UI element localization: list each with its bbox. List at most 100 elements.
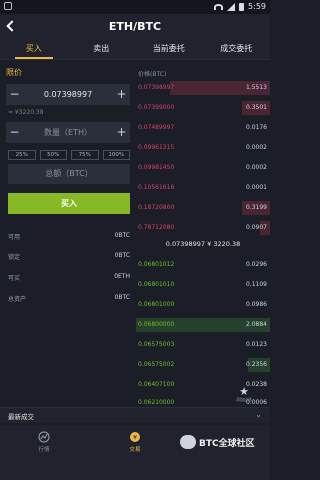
trade-tabs: 买入 卖出 当前委托 成交委托 xyxy=(0,40,270,60)
bottom-nav: 行情 ¥ 交易 BTC全球社区 xyxy=(0,425,270,480)
bid-price: 0.06210000 xyxy=(138,399,175,406)
quantity-plus-button[interactable]: + xyxy=(113,122,130,143)
percent-50-button[interactable]: 50% xyxy=(39,150,67,160)
price-cny-estimate: ≈ ¥3220.38 xyxy=(8,109,44,116)
bid-row[interactable]: 0.06800000 2.0884 xyxy=(136,318,270,332)
ask-price: 0.07399000 xyxy=(138,104,175,111)
bid-quantity: 2.0884 xyxy=(246,321,267,328)
ask-row[interactable]: 0.07489997 0.0176 xyxy=(136,121,270,135)
ask-price: 0.07398997 xyxy=(138,84,175,91)
ask-row[interactable]: 0.07398997 1.5513 xyxy=(136,81,270,95)
balance-label: 可买 xyxy=(8,275,21,282)
latest-trades-bar[interactable]: 最新成交 ⌄ xyxy=(0,407,270,423)
bid-price: 0.06801010 xyxy=(138,281,175,288)
ask-row[interactable]: 0.78712080 0.0907 xyxy=(136,221,270,235)
title-bar: ETH/BTC xyxy=(0,14,270,40)
chart-icon xyxy=(38,431,50,443)
balance-value: 0BTC xyxy=(114,252,130,259)
order-type-label[interactable]: 限价 xyxy=(6,67,22,78)
watermark: BTC全球社区 xyxy=(180,435,255,449)
price-input[interactable]: 0.07398997 xyxy=(23,90,113,99)
nav-trade-label: 交易 xyxy=(129,447,141,453)
svg-text:¥: ¥ xyxy=(133,435,137,442)
nav-market[interactable]: 行情 xyxy=(24,431,64,453)
ask-price: 0.78712080 xyxy=(138,224,175,231)
bid-price: 0.06801012 xyxy=(138,261,175,268)
tab-buy[interactable]: 买入 xyxy=(0,40,68,59)
ask-quantity: 0.3199 xyxy=(246,204,267,211)
bid-quantity: 0.2356 xyxy=(246,361,267,368)
percent-25-button[interactable]: 25% xyxy=(8,150,36,160)
ask-price: 0.09981450 xyxy=(138,164,175,171)
balance-label: 总资产 xyxy=(8,296,27,303)
balance-row-total: 总资产 0BTC xyxy=(8,294,130,306)
quantity-stepper: − 数量（ETH） + xyxy=(6,122,130,143)
order-book: 价格(BTC) 0.07398997 1.5513 0.07399000 0.3… xyxy=(136,62,270,407)
ask-quantity: 1.5513 xyxy=(246,84,267,91)
battery-icon xyxy=(239,2,245,11)
wechat-icon xyxy=(180,435,196,449)
bid-price: 0.06575002 xyxy=(138,361,175,368)
percent-75-button[interactable]: 75% xyxy=(71,150,99,160)
notification-icon xyxy=(4,2,12,10)
orderbook-header: 价格(BTC) xyxy=(138,71,167,78)
price-stepper: − 0.07398997 + xyxy=(6,84,130,105)
bid-quantity: 0.0296 xyxy=(246,261,267,268)
price-plus-button[interactable]: + xyxy=(113,84,130,105)
ask-row[interactable]: 0.09981450 0.0002 xyxy=(136,161,270,175)
bid-row[interactable]: 0.06575003 0.0123 xyxy=(136,338,270,352)
total-input[interactable]: 总额（BTC） xyxy=(8,164,130,184)
ask-price: 0.07489997 xyxy=(138,124,175,131)
balance-row-buyable: 可买 0ETH xyxy=(8,273,130,285)
tab-filled-orders[interactable]: 成交委托 xyxy=(203,40,271,59)
balance-label: 可用 xyxy=(8,234,21,241)
bid-price: 0.06407100 xyxy=(138,381,175,388)
quantity-minus-button[interactable]: − xyxy=(6,122,23,143)
mid-price: 0.07398997 ¥ 3220.38 xyxy=(165,240,241,248)
bid-price: 0.06801000 xyxy=(138,301,175,308)
ask-quantity: 0.0002 xyxy=(246,144,267,151)
ask-row[interactable]: 0.18720800 0.3199 xyxy=(136,201,270,215)
bid-price: 0.06800000 xyxy=(138,321,175,328)
bid-row[interactable]: 0.06801012 0.0296 xyxy=(136,258,270,272)
watermark-text: BTC全球社区 xyxy=(199,438,255,449)
bid-quantity: 0.0123 xyxy=(246,341,267,348)
bid-row[interactable]: 0.06801000 0.0986 xyxy=(136,298,270,312)
bid-price: 0.06575003 xyxy=(138,341,175,348)
buy-button[interactable]: 买入 xyxy=(8,193,130,214)
ask-row[interactable]: 0.09961315 0.0002 xyxy=(136,141,270,155)
nav-trade[interactable]: ¥ 交易 xyxy=(115,431,155,453)
ask-quantity: 0.3501 xyxy=(246,104,267,111)
wifi-icon xyxy=(214,3,224,10)
order-form: 限价 − 0.07398997 + ≈ ¥3220.38 − 数量（ETH） +… xyxy=(0,62,136,407)
price-minus-button[interactable]: − xyxy=(6,84,23,105)
percent-100-button[interactable]: 100% xyxy=(102,150,130,160)
balance-value: 0BTC xyxy=(114,294,130,301)
coin-icon: ¥ xyxy=(130,432,140,442)
bid-row[interactable]: 0.06801010 0.1109 xyxy=(136,278,270,292)
bid-row[interactable]: 0.06575002 0.2356 xyxy=(136,358,270,372)
page-title: ETH/BTC xyxy=(108,20,162,33)
percent-buttons: 25% 50% 75% 100% xyxy=(8,150,130,160)
ask-quantity: 0.0907 xyxy=(246,224,267,231)
ask-price: 0.09961315 xyxy=(138,144,175,151)
status-time: 5:59 xyxy=(248,2,266,11)
tab-open-orders[interactable]: 当前委托 xyxy=(135,40,203,59)
add-favorite-label: 添加自选 xyxy=(236,397,252,402)
latest-trades-title: 最新成交 xyxy=(8,413,34,421)
add-favorite-button[interactable]: ★ 添加自选 xyxy=(231,386,257,403)
ask-row[interactable]: 0.07399000 0.3501 xyxy=(136,101,270,115)
status-bar: 5:59 xyxy=(0,0,270,14)
star-icon: ★ xyxy=(239,385,249,398)
chevron-down-icon[interactable]: ⌄ xyxy=(255,410,262,419)
quantity-input[interactable]: 数量（ETH） xyxy=(23,127,113,138)
ask-price: 0.10561616 xyxy=(138,184,175,191)
balance-label: 锁定 xyxy=(8,254,21,261)
bid-quantity: 0.0986 xyxy=(246,301,267,308)
balance-value: 0ETH xyxy=(114,273,130,280)
ask-quantity: 0.0001 xyxy=(246,184,267,191)
ask-price: 0.18720800 xyxy=(138,204,175,211)
ask-quantity: 0.0002 xyxy=(246,164,267,171)
tab-sell[interactable]: 卖出 xyxy=(68,40,136,59)
ask-row[interactable]: 0.10561616 0.0001 xyxy=(136,181,270,195)
